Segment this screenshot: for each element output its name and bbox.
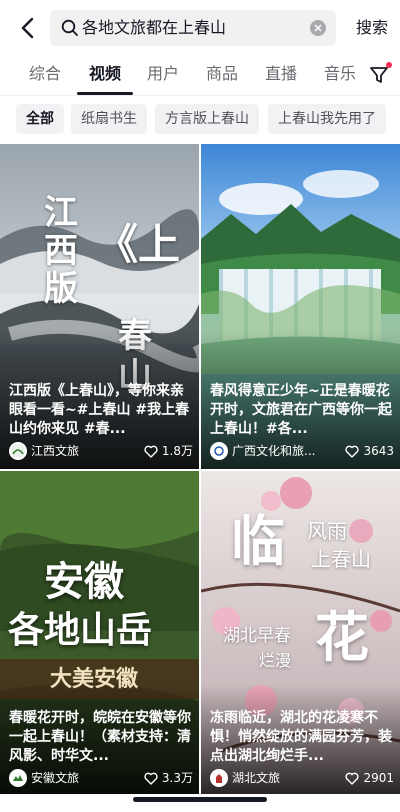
clear-search-button[interactable] [310, 20, 326, 36]
avatar-logo-icon [212, 444, 226, 458]
search-button[interactable]: 搜索 [356, 10, 388, 46]
avatar[interactable] [210, 769, 228, 787]
like-count: 3.3万 [144, 769, 193, 787]
filter-area [356, 56, 400, 94]
avatar[interactable] [9, 442, 27, 460]
like-count-value: 3643 [363, 444, 394, 458]
video-meta: 广西文化和旅... 3643 [210, 442, 394, 462]
like-count: 3643 [345, 442, 394, 460]
thumbnail-overlay-text: 各地山岳 [8, 609, 153, 651]
thumbnail-overlay-text: 临 [231, 509, 285, 573]
avatar-logo-icon [11, 444, 25, 458]
video-caption: 江西版《上春山》，等你来亲眼看一看~#上春山 #我上春山约你来见 #春... [9, 383, 190, 437]
filter-notification-dot [386, 62, 392, 68]
topic-filter-chips: 全部 纸扇书生 方言版上春山 上春山我先用了 [0, 96, 400, 144]
heart-icon [345, 772, 360, 785]
back-button[interactable] [12, 13, 42, 43]
thumbnail-overlay-text: 风雨 [307, 519, 347, 543]
video-caption: 冻雨临近，湖北的花凌寒不惧！悄然绽放的满园芬芳，装点出湖北绚烂手... [210, 710, 392, 764]
thumbnail-overlay-text: 《上 [96, 220, 181, 269]
like-count-value: 3.3万 [161, 771, 193, 785]
video-caption: 春暖花开时，皖皖在安徽等你一起上春山！（素材支持：清风影、时华文... [9, 710, 191, 764]
search-query-text: 各地文旅都在上春山 [82, 18, 227, 37]
thumbnail-overlay-text: 江西版 [44, 193, 78, 309]
chip-used-first[interactable]: 上春山我先用了 [268, 104, 386, 134]
tab-live[interactable]: 直播 [265, 56, 297, 94]
thumbnail-overlay-text: 安徽 [44, 558, 124, 605]
search-header: 各地文旅都在上春山 搜索 [0, 0, 400, 56]
thumbnail-overlay-text: 烂漫 [259, 651, 292, 670]
chevron-left-icon [21, 17, 34, 39]
video-card[interactable]: 临 风雨 上春山 湖北早春 烂漫 花 冻雨临近，湖北的花凌寒不惧！悄然绽放的满园… [201, 471, 400, 794]
tab-products[interactable]: 商品 [206, 56, 238, 94]
like-count-value: 2901 [363, 771, 394, 785]
chip-fan-scholar[interactable]: 纸扇书生 [71, 104, 147, 134]
avatar-logo-icon [212, 771, 226, 785]
author-name[interactable]: 湖北文旅 [232, 769, 280, 787]
search-input[interactable]: 各地文旅都在上春山 [50, 10, 336, 46]
avatar[interactable] [9, 769, 27, 787]
search-icon [61, 19, 78, 36]
tab-video[interactable]: 视频 [89, 56, 121, 94]
video-meta: 湖北文旅 2901 [210, 769, 394, 789]
video-results-grid: 江西版 《上 春山 江西版《上春山》，等你来亲眼看一看~#上春山 #我上春山约你… [0, 144, 400, 794]
tab-music[interactable]: 音乐 [324, 56, 356, 94]
video-card[interactable]: 春风得意正少年~正是春暖花开时，文旅君在广西等你一起上春山！#各... 广西文化… [201, 144, 400, 469]
active-tab-indicator [77, 92, 133, 95]
chip-all[interactable]: 全部 [16, 104, 64, 134]
like-count: 1.8万 [144, 442, 193, 460]
result-type-tabs: 综合 视频 用户 商品 直播 音乐 [0, 56, 400, 96]
avatar[interactable] [210, 442, 228, 460]
thumbnail-overlay-text: 花 [315, 605, 369, 669]
like-count-value: 1.8万 [161, 444, 193, 458]
thumbnail-overlay-text: 上春山 [311, 547, 371, 571]
tab-users[interactable]: 用户 [147, 56, 179, 94]
author-name[interactable]: 广西文化和旅... [232, 442, 315, 460]
chip-dialect-version[interactable]: 方言版上春山 [155, 104, 259, 134]
heart-icon [144, 445, 158, 458]
video-caption: 春风得意正少年~正是春暖花开时，文旅君在广西等你一起上春山！#各... [210, 383, 392, 437]
avatar-logo-icon [11, 771, 25, 785]
video-card[interactable]: 江西版 《上 春山 江西版《上春山》，等你来亲眼看一看~#上春山 #我上春山约你… [0, 144, 199, 469]
thumbnail-overlay-text: 湖北早春 [223, 626, 291, 646]
video-meta: 江西文旅 1.8万 [9, 442, 193, 462]
video-card[interactable]: 安徽 各地山岳 大美安徽 春暖花开时，皖皖在安徽等你一起上春山！（素材支持：清风… [0, 471, 199, 794]
heart-icon [345, 445, 360, 458]
tab-comprehensive[interactable]: 综合 [29, 56, 61, 94]
author-name[interactable]: 江西文旅 [31, 442, 79, 460]
heart-icon [144, 772, 158, 785]
like-count: 2901 [345, 769, 394, 787]
close-icon [314, 24, 322, 32]
video-meta: 安徽文旅 3.3万 [9, 769, 193, 789]
author-name[interactable]: 安徽文旅 [31, 769, 79, 787]
home-indicator [133, 797, 267, 802]
